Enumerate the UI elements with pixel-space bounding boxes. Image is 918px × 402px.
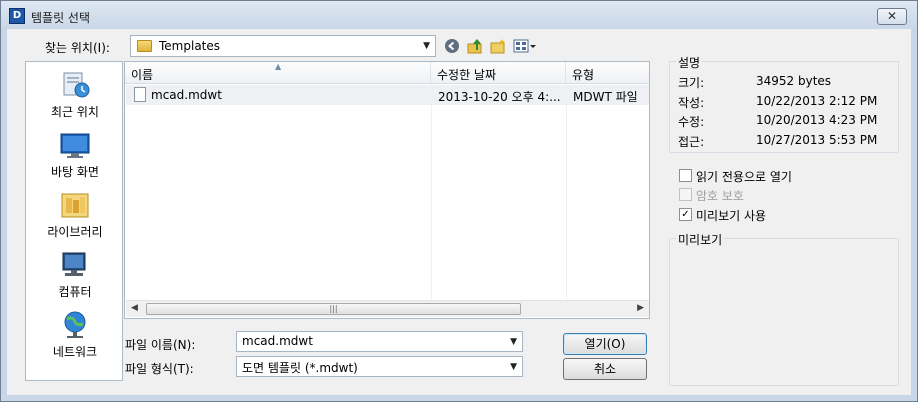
column-header-label: 유형 — [572, 68, 595, 82]
look-in-value: Templates — [159, 39, 221, 53]
check-icon[interactable]: ✓ — [679, 208, 692, 221]
up-folder-icon[interactable] — [467, 38, 483, 54]
computer-icon — [59, 250, 91, 280]
read-only-label: 읽기 전용으로 열기 — [696, 170, 792, 184]
view-menu-icon[interactable] — [513, 38, 537, 54]
look-in-label: 찾는 위치(I): — [45, 41, 110, 55]
file-name-value: mcad.mdwt — [242, 334, 313, 348]
preview-title: 미리보기 — [676, 231, 725, 248]
back-icon[interactable] — [444, 38, 460, 54]
chevron-down-icon[interactable]: ▼ — [510, 337, 517, 347]
column-header-name[interactable]: 이름 ▲ — [125, 62, 431, 84]
desktop-icon — [59, 130, 91, 160]
file-type-value: 도면 템플릿 (*.mdwt) — [242, 361, 358, 375]
created-value: 10/22/2013 2:12 PM — [756, 94, 878, 108]
sort-ascending-icon: ▲ — [275, 62, 282, 71]
places-bar: 최근 위치 바탕 화면 라이브러리 컴퓨터 네트워크 — [25, 61, 123, 381]
file-type-select[interactable]: 도면 템플릿 (*.mdwt) ▼ — [236, 356, 523, 377]
checkbox-box — [679, 188, 692, 201]
scroll-right-icon[interactable]: ▶ — [637, 303, 644, 313]
size-value: 34952 bytes — [756, 74, 832, 88]
description-group: 설명 크기: 34952 bytes 작성: 10/22/2013 2:12 P… — [669, 54, 899, 153]
column-header-label: 이름 — [131, 68, 154, 82]
network-icon — [59, 310, 91, 340]
template-dialog: D 템플릿 선택 ✕ 찾는 위치(I): Templates ▼ 최근 위치 바… — [0, 0, 918, 402]
checkbox-box[interactable] — [679, 169, 692, 182]
chevron-down-icon[interactable]: ▼ — [510, 362, 517, 372]
window-title: 템플릿 선택 — [31, 11, 91, 25]
preview-label: 미리보기 사용 — [696, 209, 767, 223]
column-divider — [431, 84, 432, 304]
place-network[interactable]: 네트워크 — [26, 306, 124, 364]
look-in-combo[interactable]: Templates ▼ — [130, 35, 436, 57]
file-type-label: 파일 형식(T): — [125, 362, 194, 376]
chevron-down-icon[interactable]: ▼ — [423, 41, 430, 51]
accessed-value: 10/27/2013 5:53 PM — [756, 133, 878, 147]
file-icon — [134, 87, 146, 102]
modified-label: 수정: — [678, 115, 705, 129]
password-label: 암호 보호 — [696, 189, 744, 203]
file-list[interactable]: 이름 ▲ 수정한 날짜 유형 mcad.mdwt 2013-10-20 오후 4… — [124, 61, 650, 319]
dialog-body: 찾는 위치(I): Templates ▼ 최근 위치 바탕 화면 라이브러리 … — [7, 29, 911, 395]
open-button[interactable]: 열기(O) — [563, 333, 647, 355]
created-label: 작성: — [678, 96, 705, 110]
table-row[interactable]: mcad.mdwt 2013-10-20 오후 4:... MDWT 파일 — [126, 85, 649, 105]
place-label: 네트워크 — [52, 345, 98, 359]
scroll-left-icon[interactable]: ◀ — [131, 303, 138, 313]
recent-places-icon — [59, 70, 91, 100]
place-recent[interactable]: 최근 위치 — [26, 66, 124, 124]
place-libraries[interactable]: 라이브러리 — [26, 186, 124, 244]
column-divider — [566, 84, 567, 304]
app-icon: D — [9, 8, 25, 24]
place-computer[interactable]: 컴퓨터 — [26, 246, 124, 304]
place-label: 라이브러리 — [47, 225, 103, 239]
file-modified-cell: 2013-10-20 오후 4:... — [438, 90, 561, 104]
file-name-cell: mcad.mdwt — [151, 88, 222, 102]
scroll-thumb[interactable]: ||| — [146, 303, 521, 315]
cancel-button[interactable]: 취소 — [563, 358, 647, 380]
column-header-label: 수정한 날짜 — [437, 68, 497, 82]
new-folder-icon[interactable] — [490, 38, 506, 54]
column-header-type[interactable]: 유형 — [566, 62, 649, 84]
horizontal-scrollbar[interactable]: ◀ ||| ▶ — [126, 300, 649, 317]
modified-value: 10/20/2013 4:23 PM — [756, 113, 878, 127]
preview-group: 미리보기 — [669, 231, 899, 386]
file-name-label: 파일 이름(N): — [125, 338, 196, 352]
place-label: 컴퓨터 — [58, 285, 92, 299]
description-title: 설명 — [676, 54, 703, 71]
libraries-icon — [59, 190, 91, 220]
column-header-modified[interactable]: 수정한 날짜 — [431, 62, 566, 84]
place-label: 바탕 화면 — [51, 165, 99, 179]
file-type-cell: MDWT 파일 — [573, 90, 638, 104]
place-label: 최근 위치 — [51, 105, 99, 119]
accessed-label: 접근: — [678, 135, 705, 149]
folder-icon — [137, 40, 152, 52]
size-label: 크기: — [678, 76, 705, 90]
place-desktop[interactable]: 바탕 화면 — [26, 126, 124, 184]
title-bar[interactable]: D 템플릿 선택 ✕ — [1, 1, 917, 29]
file-name-input[interactable]: mcad.mdwt ▼ — [236, 331, 523, 352]
close-button[interactable]: ✕ — [877, 8, 907, 25]
